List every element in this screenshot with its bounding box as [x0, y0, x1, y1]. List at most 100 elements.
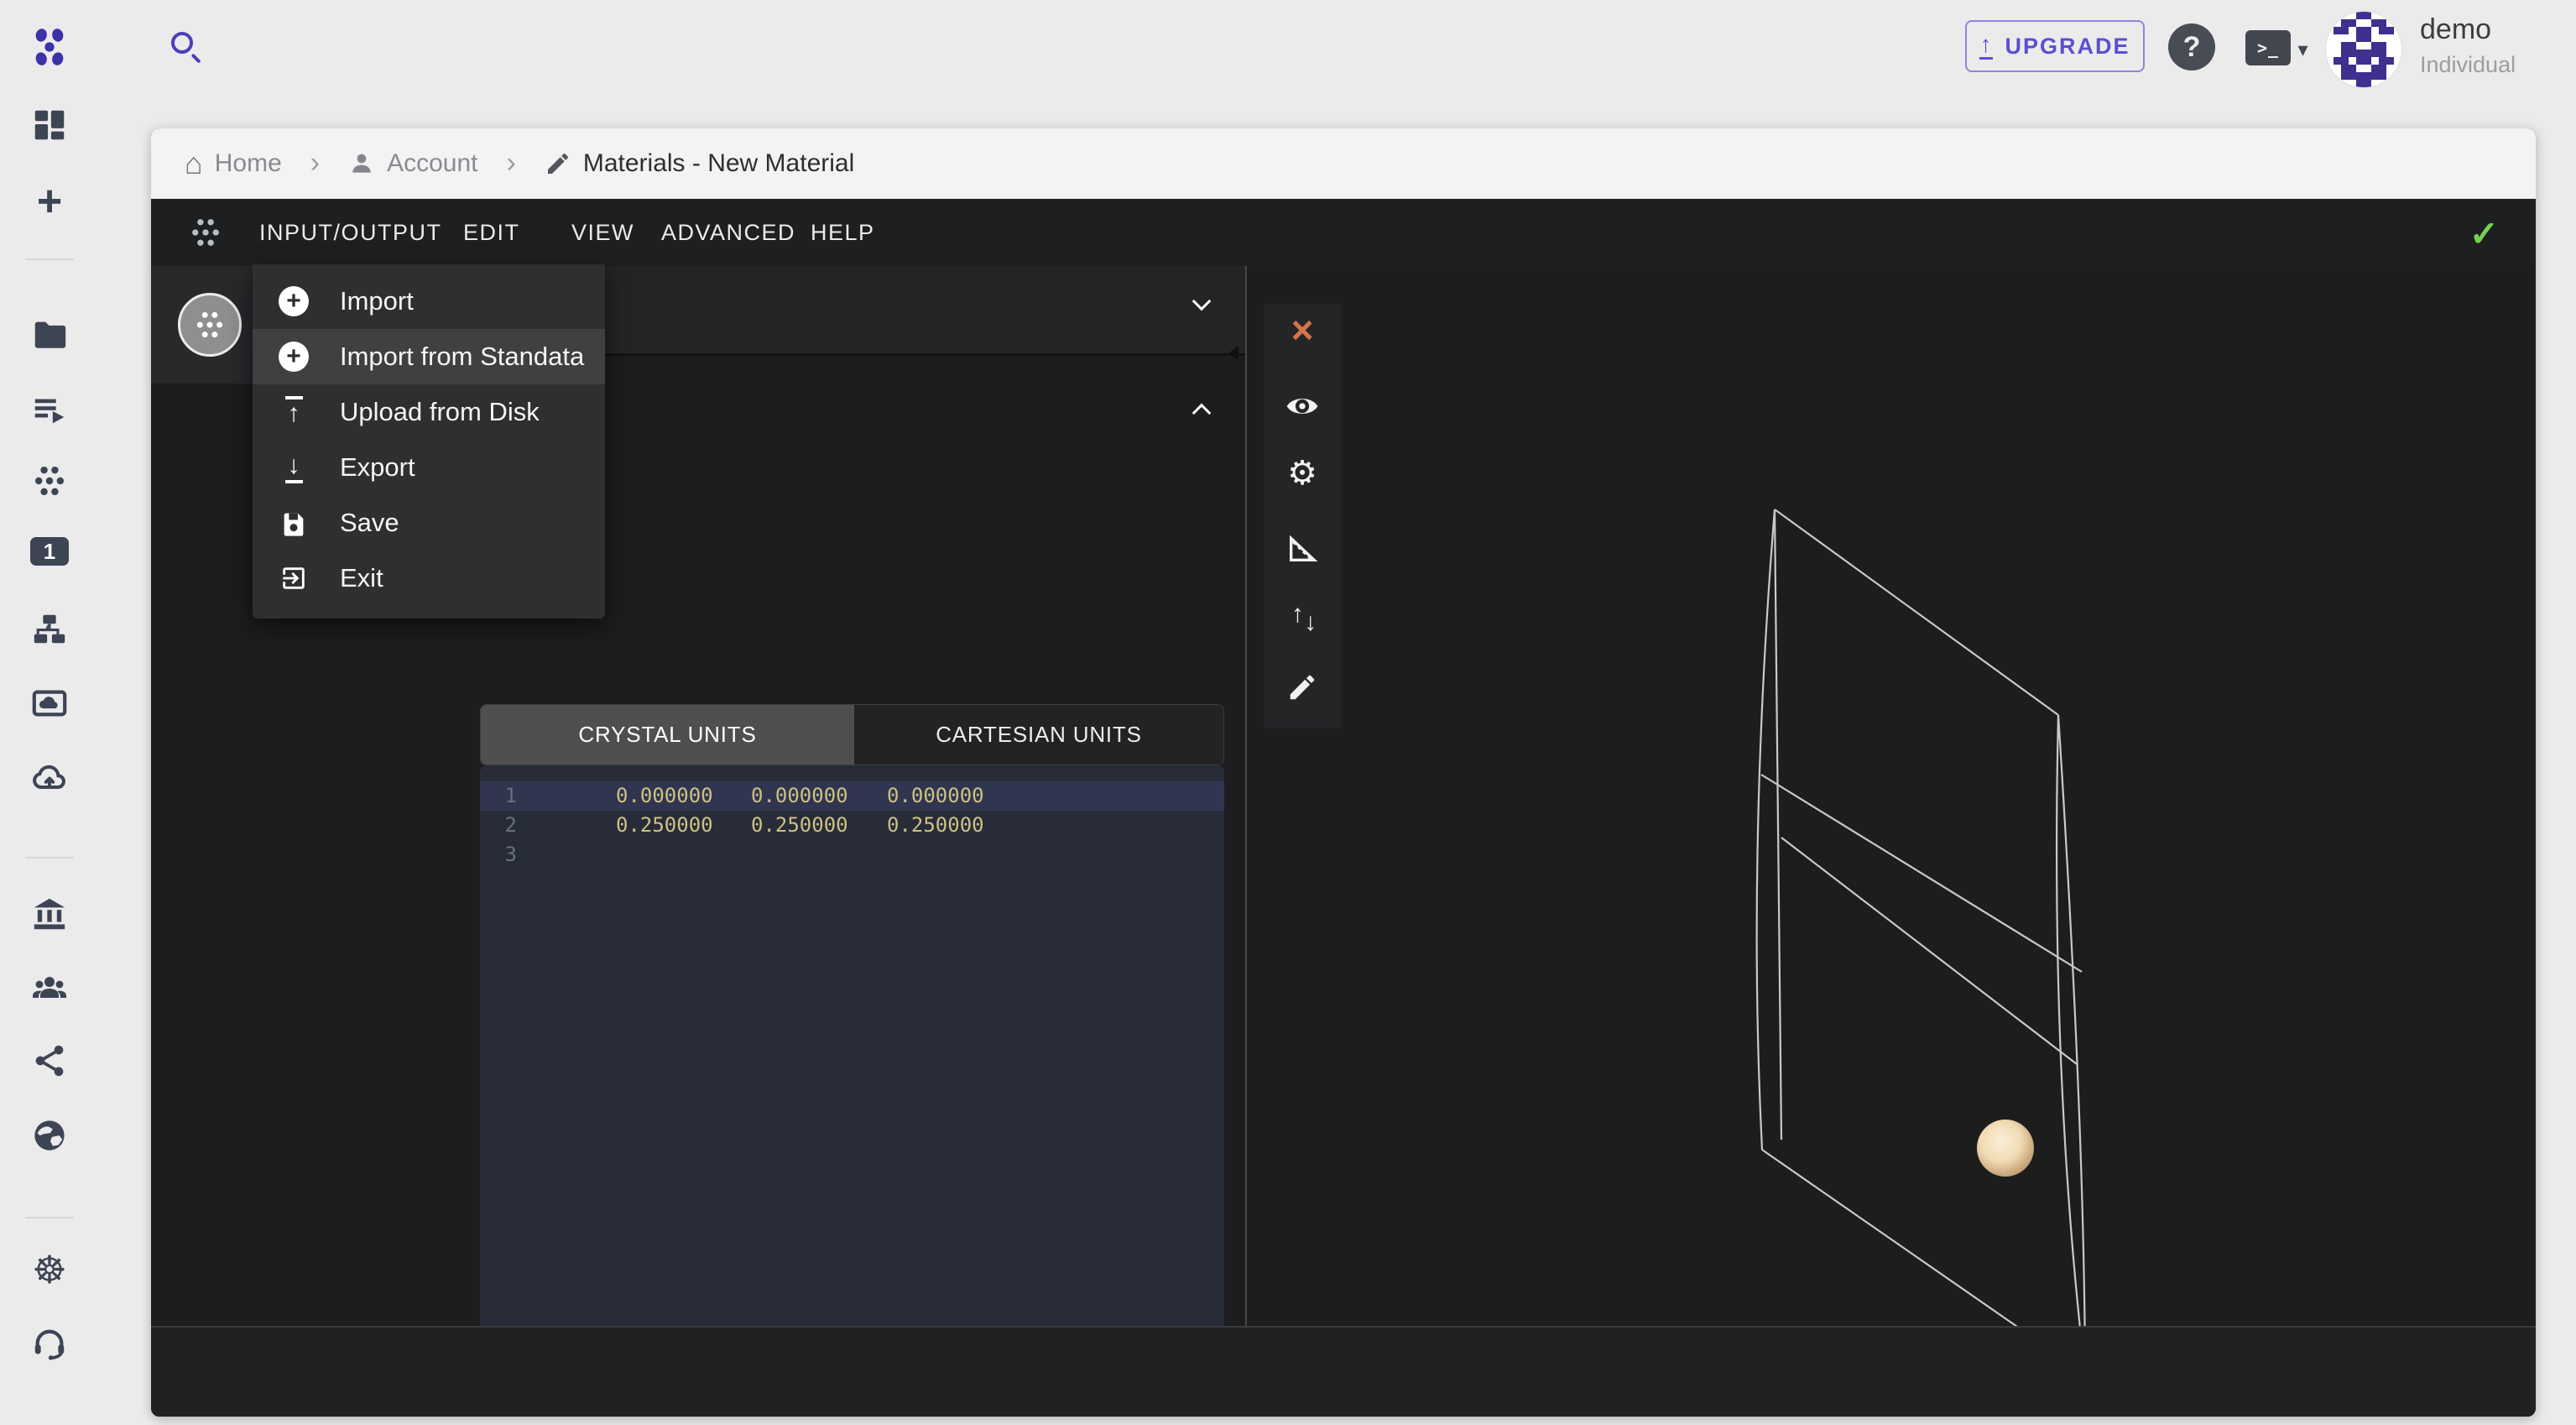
breadcrumb-home[interactable]: ⌂ Home	[185, 146, 282, 181]
sidebar-item-projects[interactable]	[0, 316, 99, 354]
settings-button[interactable]: ⚙	[1264, 457, 1341, 490]
sidebar-item-organization[interactable]	[0, 895, 99, 933]
menu-item-export[interactable]: ↓ Export	[253, 440, 605, 495]
menu-input-output[interactable]: INPUT/OUTPUT	[259, 199, 442, 266]
share-icon	[31, 1042, 68, 1079]
material-tile[interactable]	[151, 266, 252, 384]
sort-axes-button[interactable]: ↑ ↓	[1264, 603, 1341, 631]
gear-icon: ⚙	[1287, 455, 1317, 492]
check-icon: ✓	[2469, 213, 2499, 254]
unit-cell-wireframe	[1757, 509, 2085, 1326]
app-root: + 1	[0, 0, 2576, 1425]
editor-line[interactable]: 1 0.000000 0.000000 0.000000	[480, 781, 1224, 811]
upgrade-button[interactable]: ↑ UPGRADE	[1965, 20, 2145, 72]
menu-advanced[interactable]: ADVANCED	[661, 199, 795, 266]
material-circle-button[interactable]	[178, 293, 242, 357]
chevron-up-icon[interactable]	[1192, 404, 1212, 423]
cloud-upload-icon	[29, 758, 70, 798]
sidebar-divider	[25, 258, 74, 260]
sidebar-item-explore-web[interactable]	[0, 1116, 99, 1155]
sidebar-item-jobs[interactable]	[0, 391, 99, 430]
person-icon	[348, 150, 375, 177]
coord-z: 0.000000	[887, 781, 996, 811]
menu-item-upload-from-disk[interactable]: ↑ Upload from Disk	[253, 384, 605, 440]
edit-button[interactable]	[1264, 671, 1341, 707]
sidebar-item-materials[interactable]	[0, 462, 99, 499]
sidebar-divider	[25, 1217, 74, 1219]
menu-view[interactable]: VIEW	[571, 199, 634, 266]
menu-edit[interactable]: EDIT	[463, 199, 520, 266]
upload-icon: ↑	[285, 396, 303, 428]
eye-icon	[1284, 388, 1321, 425]
sidebar-item-media[interactable]	[0, 684, 99, 723]
main-card: ⌂ Home › Account › Materials - New Mater…	[151, 128, 2536, 1417]
visibility-button[interactable]	[1264, 388, 1341, 429]
menu-item-import-from-standata[interactable]: + Import from Standata	[253, 329, 605, 384]
card-footer	[151, 1326, 2536, 1417]
sidebar-item-learn-wheel[interactable]: ☸	[0, 1250, 99, 1289]
materials-3d-viewer[interactable]: × ⚙	[1247, 266, 2536, 1326]
sidebar-item-entity-bank[interactable]: 1	[0, 537, 99, 566]
close-viewer-button[interactable]: ×	[1264, 311, 1341, 349]
tab-cartesian-units[interactable]: CARTESIAN UNITS	[854, 705, 1223, 765]
pencil-icon	[1286, 671, 1318, 703]
menu-item-exit[interactable]: Exit	[253, 551, 605, 606]
sidebar-item-share[interactable]	[0, 1042, 99, 1079]
close-icon: ×	[1291, 308, 1314, 352]
identicon	[2326, 12, 2401, 87]
upgrade-label: UPGRADE	[2005, 34, 2130, 60]
sidebar-item-dashboard[interactable]	[0, 106, 99, 144]
sidebar-item-support[interactable]	[0, 1324, 99, 1363]
menu-help[interactable]: HELP	[811, 199, 875, 266]
menu-item-import[interactable]: + Import	[253, 274, 605, 329]
chevron-down-icon	[1192, 292, 1212, 311]
breadcrumb: ⌂ Home › Account › Materials - New Mater…	[151, 128, 2536, 199]
user-plan: Individual	[2420, 52, 2516, 78]
molecule-dots-icon	[188, 215, 223, 254]
user-name: demo	[2420, 13, 2491, 46]
bank-icon	[30, 895, 69, 933]
upload-arrow-icon: ↑	[1979, 33, 1993, 60]
console-dropdown-button[interactable]: >_ ▾	[2245, 30, 2308, 65]
help-button[interactable]: ?	[2168, 23, 2215, 70]
download-icon: ↓	[285, 452, 303, 483]
crystal-scene	[1247, 266, 2536, 1326]
question-icon: ?	[2183, 31, 2201, 64]
molecule-dots-icon	[31, 462, 68, 499]
hierarchy-icon	[30, 610, 69, 649]
input-output-menu: + Import + Import from Standata ↑ Upload…	[253, 264, 605, 619]
user-avatar[interactable]	[2326, 12, 2401, 87]
viewer-toolbar: × ⚙	[1264, 304, 1341, 728]
image-cloud-icon	[30, 684, 69, 723]
logo-icon	[28, 25, 71, 69]
arrow-up-icon: ↑	[1291, 600, 1301, 629]
menu-item-save[interactable]: Save	[253, 495, 605, 551]
coord-z: 0.250000	[887, 811, 996, 840]
sidebar-item-create[interactable]: +	[0, 176, 99, 227]
line-number: 2	[492, 811, 517, 840]
editor-line[interactable]: 2 0.250000 0.250000 0.250000	[480, 811, 1224, 840]
save-icon	[279, 509, 308, 537]
basis-code-editor[interactable]: 1 0.000000 0.000000 0.000000 2 0.250000 …	[480, 765, 1224, 1417]
editor-line[interactable]: 3	[480, 840, 1224, 869]
designer-menubar: INPUT/OUTPUT EDIT VIEW ADVANCED HELP ✓	[151, 199, 2536, 266]
globe-icon	[30, 1116, 69, 1155]
atom-sphere	[1977, 1120, 2034, 1177]
sidebar-item-teams[interactable]	[0, 968, 99, 1009]
breadcrumb-account[interactable]: Account	[348, 149, 477, 178]
tab-crystal-units[interactable]: CRYSTAL UNITS	[481, 705, 854, 765]
folder-icon	[30, 316, 69, 354]
splitter-handle-icon[interactable]	[1228, 346, 1238, 361]
people-icon	[29, 968, 70, 1009]
search-button[interactable]	[171, 32, 205, 65]
page-title: Materials - New Material	[583, 149, 854, 178]
mat3ra-logo[interactable]	[0, 25, 99, 69]
headset-icon	[30, 1324, 69, 1363]
pencil-icon	[545, 150, 571, 177]
units-tabs: CRYSTAL UNITS CARTESIAN UNITS	[480, 704, 1224, 765]
measure-button[interactable]	[1264, 532, 1341, 570]
molecule-dots-icon	[193, 308, 227, 342]
search-icon	[171, 32, 193, 54]
sidebar-item-workflows[interactable]	[0, 610, 99, 649]
sidebar-item-cloud-upload[interactable]	[0, 758, 99, 798]
